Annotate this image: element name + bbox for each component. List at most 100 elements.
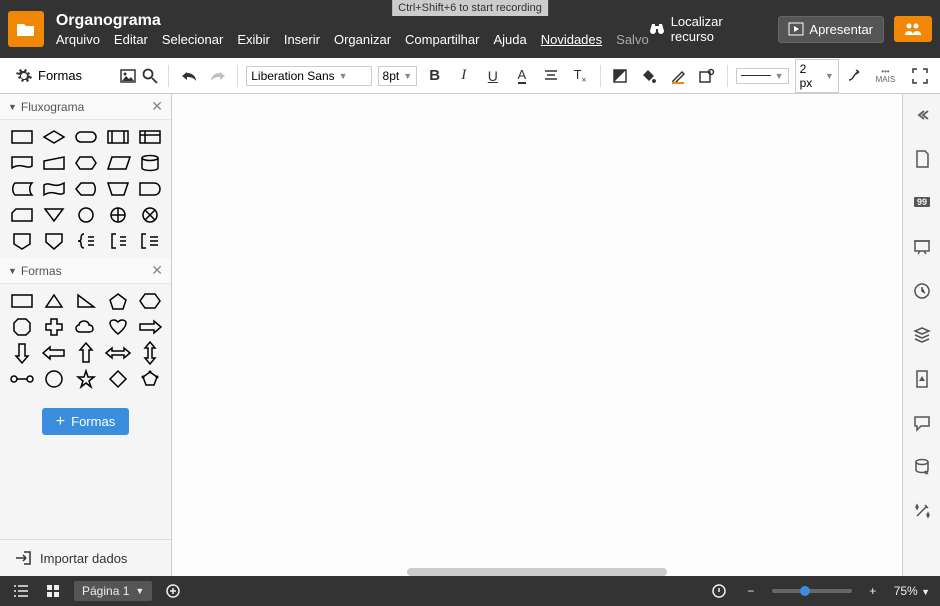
shape-diamond[interactable]	[104, 368, 132, 390]
zoom-slider[interactable]	[772, 589, 852, 593]
shape-arrow-ud[interactable]	[136, 342, 164, 364]
line-end-button[interactable]	[845, 64, 868, 88]
canvas[interactable]	[172, 94, 902, 576]
text-color-button[interactable]: A	[510, 64, 533, 88]
zoom-in-button[interactable]: +	[862, 580, 884, 602]
shape-arrow-d[interactable]	[8, 342, 36, 364]
shape-or[interactable]	[104, 204, 132, 226]
redo-button[interactable]	[206, 64, 229, 88]
shape-manual-input[interactable]	[40, 152, 68, 174]
align-button[interactable]	[539, 64, 562, 88]
shape-display[interactable]	[72, 178, 100, 200]
history-icon[interactable]	[909, 278, 935, 304]
font-size-select[interactable]: 8pt▼	[378, 66, 418, 86]
shape-predefined[interactable]	[104, 126, 132, 148]
shape-triangle[interactable]	[40, 290, 68, 312]
more-button[interactable]: •••MAIS	[874, 64, 897, 88]
shape-preparation[interactable]	[72, 152, 100, 174]
shape-arrow-r[interactable]	[136, 316, 164, 338]
underline-button[interactable]: U	[481, 64, 504, 88]
shape-star[interactable]	[72, 368, 100, 390]
shape-hexagon[interactable]	[136, 290, 164, 312]
zoom-level[interactable]: 75% ▼	[894, 584, 930, 598]
shape-arrow-l[interactable]	[40, 342, 68, 364]
category-fluxograma[interactable]: ▼Fluxograma✕	[0, 94, 171, 120]
border-color-button[interactable]	[667, 64, 690, 88]
outline-view-button[interactable]	[10, 580, 32, 602]
find-resource-button[interactable]: Localizar recurso	[649, 14, 769, 44]
close-icon[interactable]: ✕	[151, 262, 163, 279]
grid-view-button[interactable]	[42, 580, 64, 602]
shape-poly-edit[interactable]	[136, 368, 164, 390]
category-formas[interactable]: ▼Formas✕	[0, 258, 171, 284]
shape-note[interactable]	[104, 230, 132, 252]
comments-icon[interactable]: 99	[909, 190, 935, 216]
search-icon[interactable]	[142, 68, 158, 84]
layers-icon[interactable]	[909, 322, 935, 348]
italic-button[interactable]: I	[452, 64, 475, 88]
menu-novidades[interactable]: Novidades	[541, 32, 602, 47]
shape-link[interactable]	[8, 368, 36, 390]
shape-right-tri[interactable]	[72, 290, 100, 312]
shape-circle[interactable]	[40, 368, 68, 390]
shape-offpage2[interactable]	[40, 230, 68, 252]
fullscreen-button[interactable]	[909, 64, 932, 88]
fill-button[interactable]	[608, 64, 631, 88]
document-title[interactable]: Organograma	[56, 12, 649, 30]
shape-sum[interactable]	[136, 204, 164, 226]
menu-inserir[interactable]: Inserir	[284, 32, 320, 47]
present-panel-icon[interactable]	[909, 234, 935, 260]
shape-tape[interactable]	[40, 178, 68, 200]
text-style-button[interactable]: T×	[568, 64, 591, 88]
line-width-select[interactable]: 2 px▼	[795, 59, 839, 93]
bold-button[interactable]: B	[423, 64, 446, 88]
menu-selecionar[interactable]: Selecionar	[162, 32, 223, 47]
shape-brace[interactable]	[72, 230, 100, 252]
gear-icon[interactable]	[16, 68, 32, 84]
menu-organizar[interactable]: Organizar	[334, 32, 391, 47]
shape-rect[interactable]	[8, 290, 36, 312]
shape-connector[interactable]	[72, 204, 100, 226]
shape-cloud[interactable]	[72, 316, 100, 338]
shape-decision[interactable]	[40, 126, 68, 148]
image-icon[interactable]	[120, 69, 136, 83]
import-data-button[interactable]: Importar dados	[0, 539, 171, 576]
shape-manual-op[interactable]	[104, 178, 132, 200]
shape-pentagon[interactable]	[104, 290, 132, 312]
line-style-select[interactable]: ▼	[736, 68, 789, 84]
page-panel-icon[interactable]	[909, 146, 935, 172]
shape-note2[interactable]	[136, 230, 164, 252]
page-selector[interactable]: Página 1▼	[74, 581, 152, 601]
data-icon[interactable]	[909, 454, 935, 480]
shape-card[interactable]	[8, 204, 36, 226]
themes-icon[interactable]	[909, 366, 935, 392]
shape-style-button[interactable]	[696, 64, 719, 88]
shape-octagon[interactable]	[8, 316, 36, 338]
app-logo[interactable]	[8, 11, 44, 47]
menu-ajuda[interactable]: Ajuda	[493, 32, 526, 47]
shape-database[interactable]	[136, 152, 164, 174]
share-button[interactable]	[894, 16, 932, 42]
font-select[interactable]: Liberation Sans▼	[246, 66, 371, 86]
shape-stored-data[interactable]	[8, 178, 36, 200]
shape-offpage[interactable]	[8, 230, 36, 252]
magic-icon[interactable]	[909, 498, 935, 524]
collapse-right-panel[interactable]	[909, 102, 935, 128]
add-page-button[interactable]	[162, 580, 184, 602]
shape-merge[interactable]	[40, 204, 68, 226]
zoom-out-button[interactable]: −	[740, 580, 762, 602]
feedback-button[interactable]	[708, 580, 730, 602]
chat-icon[interactable]	[909, 410, 935, 436]
shape-document[interactable]	[8, 152, 36, 174]
shape-process[interactable]	[8, 126, 36, 148]
more-shapes-button[interactable]: +Formas	[42, 408, 129, 435]
menu-exibir[interactable]: Exibir	[237, 32, 270, 47]
shape-cross[interactable]	[40, 316, 68, 338]
shape-delay[interactable]	[136, 178, 164, 200]
shape-heart[interactable]	[104, 316, 132, 338]
close-icon[interactable]: ✕	[151, 98, 163, 115]
menu-compartilhar[interactable]: Compartilhar	[405, 32, 479, 47]
menu-editar[interactable]: Editar	[114, 32, 148, 47]
shape-terminator[interactable]	[72, 126, 100, 148]
shape-internal-storage[interactable]	[136, 126, 164, 148]
